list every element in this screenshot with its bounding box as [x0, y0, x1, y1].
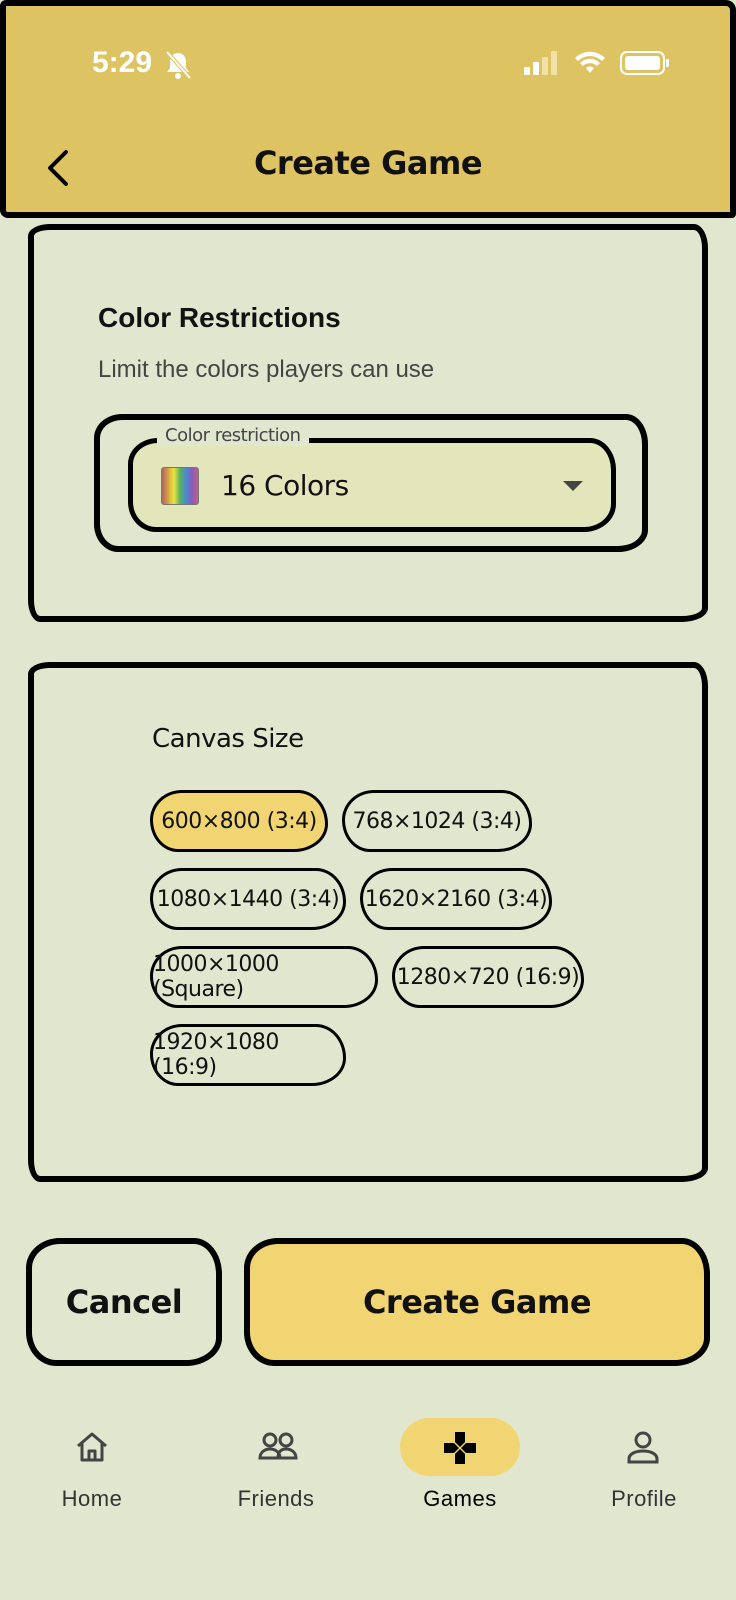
- create-game-button[interactable]: Create Game: [244, 1238, 710, 1366]
- battery-icon: [620, 51, 669, 75]
- dropdown-value: 16 Colors: [221, 469, 349, 502]
- cancel-button[interactable]: Cancel: [26, 1238, 222, 1366]
- nav-label: Friends: [237, 1486, 315, 1511]
- canvas-size-label: Canvas Size: [152, 724, 304, 754]
- app-header: 5:29 Create Game: [0, 0, 736, 218]
- canvas-option-chip[interactable]: 1000×1000 (Square): [150, 946, 378, 1008]
- nav-item-home[interactable]: Home: [0, 1400, 184, 1512]
- nav-label: Games: [423, 1486, 497, 1511]
- bottom-nav: Home Friends Games Profile: [0, 1400, 736, 1600]
- page-title: Create Game: [253, 144, 483, 182]
- color-restrictions-card: Color Restrictions Limit the colors play…: [28, 224, 708, 622]
- canvas-option-chip[interactable]: 1080×1440 (3:4): [150, 868, 346, 930]
- section-title: Color Restrictions: [98, 302, 341, 333]
- nav-item-friends[interactable]: Friends: [184, 1400, 368, 1512]
- status-time: 5:29: [92, 46, 153, 79]
- canvas-option-chip[interactable]: 768×1024 (3:4): [342, 790, 532, 852]
- canvas-option-chip[interactable]: 1280×720 (16:9): [392, 946, 584, 1008]
- canvas-option-chip[interactable]: 1920×1080 (16:9): [150, 1024, 346, 1086]
- bell-off-icon: [165, 50, 192, 80]
- section-subtitle: Limit the colors players can use: [98, 356, 435, 383]
- status-icons: [524, 50, 670, 76]
- canvas-option-chip[interactable]: 1620×2160 (3:4): [360, 868, 552, 930]
- gamepad-icon: [400, 1418, 520, 1476]
- home-icon: [32, 1418, 152, 1476]
- dropdown-label: Color restriction: [157, 425, 309, 446]
- nav-item-profile[interactable]: Profile: [552, 1400, 736, 1512]
- canvas-size-card: Canvas Size 600×800 (3:4) 768×1024 (3:4)…: [28, 662, 708, 1182]
- nav-label: Home: [61, 1486, 123, 1511]
- nav-label: Profile: [611, 1486, 677, 1511]
- dropdown-frame: Color restriction 16 Colors: [94, 414, 648, 552]
- chevron-down-icon: [563, 481, 583, 491]
- signal-icon: [524, 51, 557, 75]
- friends-icon: [216, 1418, 336, 1476]
- palette-icon: [161, 467, 199, 505]
- wifi-icon: [575, 51, 605, 73]
- profile-icon: [584, 1418, 704, 1476]
- canvas-option-chip[interactable]: 600×800 (3:4): [150, 790, 328, 852]
- nav-item-games[interactable]: Games: [368, 1400, 552, 1512]
- color-restriction-dropdown[interactable]: Color restriction 16 Colors: [128, 425, 616, 532]
